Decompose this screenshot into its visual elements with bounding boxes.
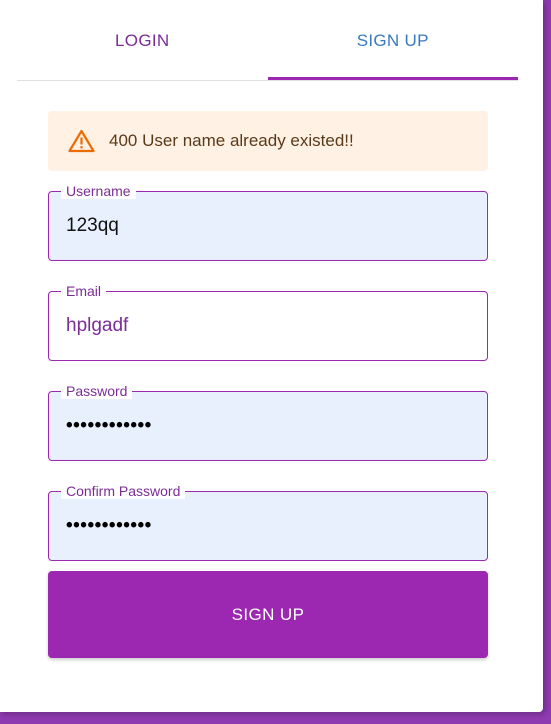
warning-icon: [68, 129, 95, 153]
auth-tabs: LOGIN SIGN UP: [17, 0, 518, 81]
tab-login[interactable]: LOGIN: [17, 0, 268, 79]
alert-message: 400 User name already existed!!: [109, 131, 354, 150]
signup-button[interactable]: SIGN UP: [48, 571, 488, 658]
username-value: 123qq: [66, 215, 119, 236]
email-field[interactable]: Email hplgadf: [48, 283, 488, 361]
confirm-password-value: ••••••••••••: [66, 515, 152, 536]
signup-card: LOGIN SIGN UP 400 User name already exis…: [0, 0, 543, 712]
password-value: ••••••••••••: [66, 415, 152, 436]
password-field[interactable]: Password ••••••••••••: [48, 383, 488, 461]
tab-signup[interactable]: SIGN UP: [267, 0, 519, 80]
email-value: hplgadf: [66, 315, 129, 336]
confirm-password-field[interactable]: Confirm Password ••••••••••••: [48, 483, 488, 561]
error-alert: 400 User name already existed!!: [48, 111, 488, 171]
username-field[interactable]: Username 123qq: [48, 183, 488, 261]
